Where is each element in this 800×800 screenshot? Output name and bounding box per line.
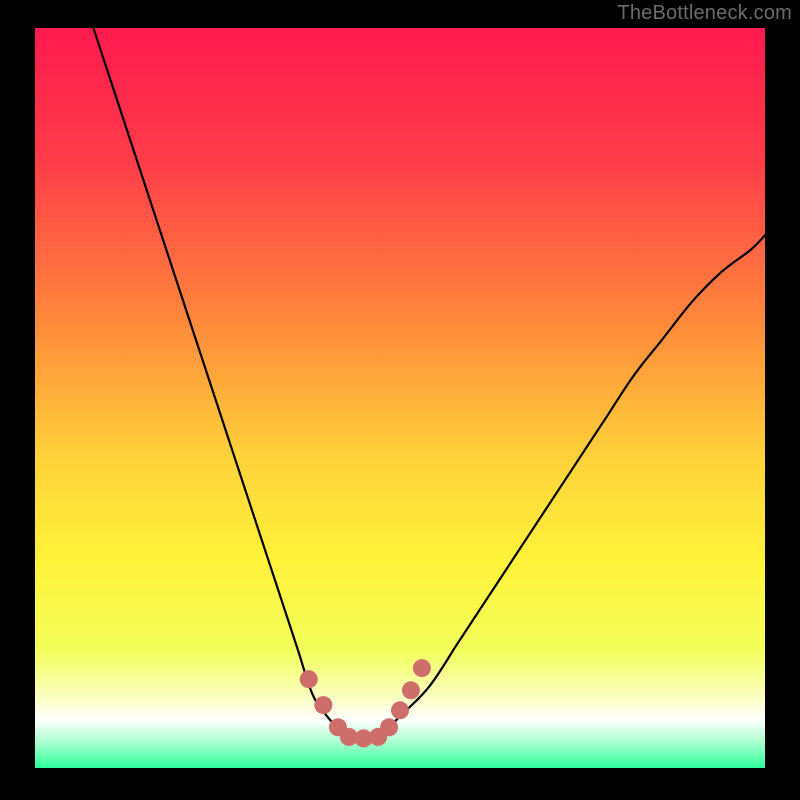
bottleneck-chart xyxy=(0,0,800,800)
marker-dot xyxy=(300,670,318,688)
marker-dot xyxy=(314,696,332,714)
marker-dot xyxy=(402,681,420,699)
marker-dot xyxy=(380,718,398,736)
plot-background xyxy=(35,28,765,768)
chart-frame: TheBottleneck.com xyxy=(0,0,800,800)
marker-dot xyxy=(391,701,409,719)
watermark-text: TheBottleneck.com xyxy=(617,2,792,25)
marker-dot xyxy=(413,659,431,677)
